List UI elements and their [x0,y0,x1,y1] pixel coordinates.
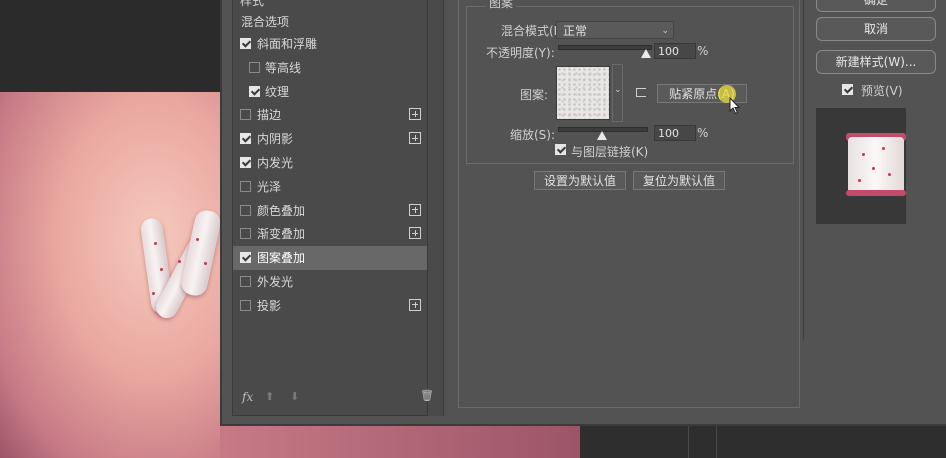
style-item[interactable]: 纹理 [233,80,427,104]
style-list-header: 样式 [240,0,265,8]
style-item-label: 颜色叠加 [257,203,306,218]
add-effect-icon[interactable] [409,298,421,311]
style-item-label: 渐变叠加 [257,227,306,242]
style-item-label: 等高线 [265,60,302,75]
style-item-checkbox[interactable] [249,61,260,73]
scale-percent: % [697,126,709,140]
opacity-slider[interactable] [558,45,652,50]
add-effect-icon[interactable] [409,132,421,145]
style-item[interactable]: 图案叠加 [233,246,427,271]
add-effect-icon[interactable] [409,227,421,240]
style-item-checkbox[interactable] [240,38,251,49]
style-item-checkbox[interactable] [240,299,251,311]
chevron-down-icon: ⌄ [661,26,669,36]
preview-shape-bottom [846,190,906,196]
style-list-scrollbar[interactable] [428,0,444,416]
style-item[interactable]: 渐变叠加 [233,222,427,246]
document-canvas[interactable] [0,92,223,458]
link-with-layer-label: 与图层链接(K) [571,145,649,159]
opacity-label: 不透明度(Y): [486,46,555,60]
style-item-checkbox[interactable] [240,228,251,240]
preview-checkbox[interactable] [842,84,853,95]
mouse-pointer-icon [729,97,741,115]
ok-button[interactable]: 确定 [816,0,936,12]
panel-divider [803,0,804,340]
style-item-checkbox[interactable] [240,276,251,287]
fx-button[interactable]: fx [242,390,253,404]
style-item[interactable]: 内发光 [233,151,427,175]
opacity-percent: % [697,44,709,58]
style-item-checkbox[interactable] [240,180,251,192]
style-item-label: 图案叠加 [257,251,306,266]
move-down-icon[interactable]: ⬇ [290,390,299,403]
cancel-button[interactable]: 取消 [816,17,936,41]
workspace-background [580,426,946,458]
set-default-button[interactable]: 设置为默认值 [534,171,626,190]
add-effect-icon[interactable] [409,108,421,121]
pattern-label: 图案: [520,88,549,102]
style-item[interactable]: 斜面和浮雕 [233,32,427,56]
preview-shape [848,137,904,193]
move-up-icon[interactable]: ⬆ [265,390,274,403]
scale-input[interactable]: 100 [654,125,696,141]
style-item[interactable]: 内阴影 [233,127,427,151]
style-item-label: 外发光 [257,275,294,289]
scale-slider-thumb[interactable] [597,131,607,140]
pattern-swatch[interactable] [556,66,610,120]
style-item-label: 内发光 [257,156,294,170]
trash-icon[interactable]: 🗑 [420,389,434,402]
add-effect-icon[interactable] [409,203,421,216]
style-item-label: 内阴影 [257,132,294,147]
style-item-checkbox[interactable] [240,252,251,264]
style-item-label: 光泽 [257,179,282,194]
style-item[interactable]: 描边 [233,103,427,127]
app-background [0,0,220,92]
preview-label: 预览(V) [861,84,903,98]
style-item-checkbox[interactable] [240,133,251,145]
style-item-checkbox[interactable] [240,157,251,168]
blend-mode-select[interactable]: 正常 ⌄ [556,21,674,39]
style-item-label: 斜面和浮雕 [257,37,318,51]
scale-label: 缩放(S): [510,128,556,142]
style-item-checkbox[interactable] [249,85,260,97]
style-item-label: 投影 [257,298,282,313]
reset-default-button[interactable]: 复位为默认值 [633,171,725,190]
blend-mode-value: 正常 [563,24,588,38]
blend-options-label: 混合选项 [241,15,290,29]
chevron-down-icon: ⌄ [614,85,622,95]
opacity-slider-thumb[interactable] [641,49,651,58]
style-item[interactable]: 颜色叠加 [233,199,427,223]
style-item-checkbox[interactable] [240,109,251,121]
opacity-input[interactable]: 100 [654,43,696,59]
pattern-group-title: 图案 [486,0,517,11]
style-item-label: 描边 [257,108,282,123]
style-item-label: 纹理 [265,84,290,99]
new-preset-icon[interactable] [636,88,646,97]
new-style-button[interactable]: 新建样式(W)... [816,50,936,74]
style-item[interactable]: 投影 [233,294,427,318]
blend-options-item[interactable]: 混合选项 [233,10,427,34]
style-item[interactable]: 光泽 [233,175,427,199]
document-canvas-edge [220,426,580,458]
style-item-checkbox[interactable] [240,204,251,216]
style-item[interactable]: 外发光 [233,270,427,294]
style-item[interactable]: 等高线 [233,56,427,80]
link-with-layer-checkbox[interactable] [555,144,566,155]
pattern-picker-toggle[interactable]: ⌄ [612,64,623,122]
